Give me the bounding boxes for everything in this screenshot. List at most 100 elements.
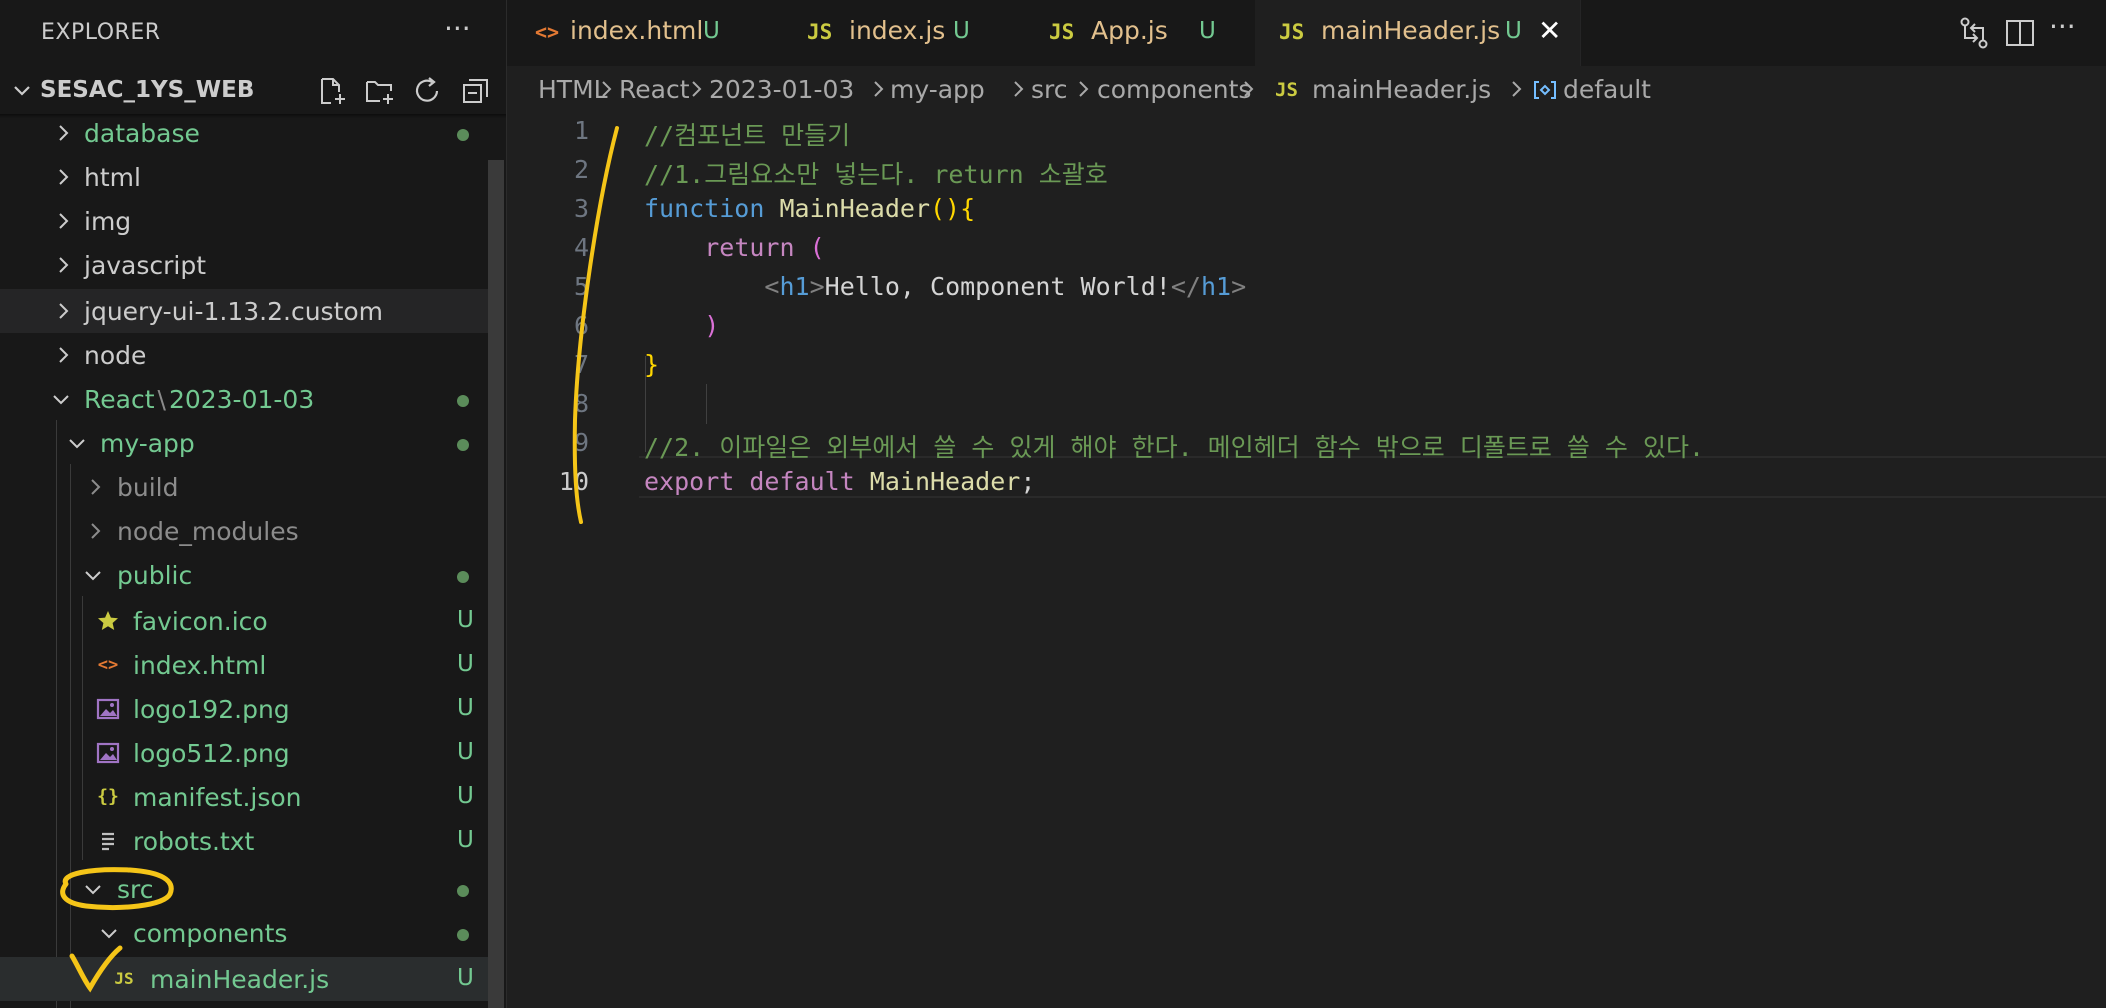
tree-file-manifest[interactable]: {} manifest.json U bbox=[0, 775, 490, 819]
code-line-9: //2. 이파일은 외부에서 쓸 수 있게 해야 한다. 메인헤더 함수 밖으로… bbox=[644, 433, 1705, 462]
tab-app-js[interactable]: JS App.js U bbox=[1019, 0, 1256, 66]
compare-changes-icon[interactable] bbox=[1957, 16, 1991, 50]
untracked-badge: U bbox=[457, 651, 474, 677]
tree-label: node_modules bbox=[117, 517, 299, 546]
line-number: 5 bbox=[573, 272, 589, 301]
js-file-icon: JS bbox=[1275, 79, 1298, 101]
tree-file-robots[interactable]: robots.txt U bbox=[0, 819, 490, 863]
tab-modified-badge: U bbox=[1199, 18, 1216, 44]
breadcrumb-item[interactable]: default bbox=[1563, 75, 1651, 104]
code-line-1: //컴포넌트 만들기 bbox=[644, 121, 851, 150]
refresh-icon[interactable] bbox=[412, 76, 444, 106]
tree-folder-src[interactable]: src bbox=[0, 867, 490, 911]
explorer-sidebar: EXPLORER ··· SESAC_1YS_WEB database html bbox=[0, 0, 507, 1008]
line-number: 4 bbox=[573, 233, 589, 262]
chevron-down-icon bbox=[85, 571, 101, 581]
modified-dot bbox=[457, 885, 469, 897]
breadcrumb-item[interactable]: mainHeader.js bbox=[1312, 75, 1491, 104]
close-icon[interactable]: ✕ bbox=[1538, 14, 1561, 47]
more-actions-icon[interactable]: ··· bbox=[2049, 10, 2083, 44]
js-file-icon: JS bbox=[114, 969, 134, 988]
tab-modified-badge: U bbox=[1505, 18, 1522, 44]
tab-label: index.html bbox=[570, 16, 704, 45]
tree-label: html bbox=[84, 163, 141, 192]
line-number: 1 bbox=[573, 116, 589, 145]
untracked-badge: U bbox=[457, 783, 474, 809]
tree-file-logo512[interactable]: logo512.png U bbox=[0, 731, 490, 775]
breadcrumb-item[interactable]: components bbox=[1097, 75, 1251, 104]
tab-modified-badge: U bbox=[953, 18, 970, 44]
tree-label: database bbox=[84, 119, 200, 148]
untracked-badge: U bbox=[457, 607, 474, 633]
tree-label: my-app bbox=[100, 429, 195, 458]
tree-label: React \ 2023-01-03 bbox=[84, 385, 315, 414]
new-file-icon[interactable] bbox=[316, 76, 348, 106]
untracked-badge: U bbox=[457, 827, 474, 853]
breadcrumb-item[interactable]: my-app bbox=[890, 75, 985, 104]
tree-label: jquery-ui-1.13.2.custom bbox=[84, 297, 384, 326]
modified-dot bbox=[457, 129, 469, 141]
tab-modified-badge: U bbox=[703, 18, 720, 44]
image-file-icon bbox=[96, 742, 120, 764]
tree-folder-node[interactable]: node bbox=[0, 333, 490, 377]
tab-label: App.js bbox=[1091, 16, 1168, 45]
tree-folder-img[interactable]: img bbox=[0, 199, 490, 243]
workspace-header[interactable]: SESAC_1YS_WEB bbox=[0, 68, 506, 114]
collapse-all-icon[interactable] bbox=[460, 76, 492, 106]
split-editor-icon[interactable] bbox=[2003, 16, 2037, 50]
line-number: 3 bbox=[573, 194, 589, 223]
tree-folder-build[interactable]: build bbox=[0, 465, 490, 509]
tree-folder-database[interactable]: database bbox=[0, 111, 490, 155]
breadcrumb-item[interactable]: src bbox=[1031, 75, 1068, 104]
tree-folder-node-modules[interactable]: node_modules bbox=[0, 509, 490, 553]
star-icon bbox=[98, 611, 118, 630]
new-folder-icon[interactable] bbox=[364, 76, 396, 106]
chevron-right-icon bbox=[59, 257, 69, 273]
tree-folder-components[interactable]: components bbox=[0, 911, 490, 955]
tree-label: node bbox=[84, 341, 147, 370]
tab-index-html[interactable]: <> index.html U bbox=[507, 0, 778, 66]
code-line-3: function MainHeader(){ bbox=[644, 194, 976, 223]
text-file-icon bbox=[102, 832, 114, 851]
code-line-2: //1.그림요소만 넣는다. return 소괄호 bbox=[644, 160, 1108, 189]
chevron-right-icon bbox=[59, 303, 69, 319]
image-file-icon bbox=[96, 698, 120, 720]
tree-label: public bbox=[117, 561, 193, 590]
breadcrumb-item[interactable]: 2023-01-03 bbox=[709, 75, 854, 104]
chevron-down-icon bbox=[85, 885, 101, 895]
json-file-icon: {} bbox=[97, 786, 119, 807]
vscode-window: EXPLORER ··· SESAC_1YS_WEB database html bbox=[0, 0, 2106, 1008]
tree-file-index-html[interactable]: <> index.html U bbox=[0, 643, 490, 687]
untracked-badge: U bbox=[457, 739, 474, 765]
tree-label: javascript bbox=[84, 251, 207, 280]
html-file-icon: <> bbox=[535, 20, 560, 44]
breadcrumb: HTML React 2023-01-03 my-app src compone… bbox=[507, 66, 2106, 116]
tree-folder-html[interactable]: html bbox=[0, 155, 490, 199]
tree-label: logo192.png bbox=[133, 695, 290, 724]
modified-dot bbox=[457, 571, 469, 583]
chevron-right-icon bbox=[692, 81, 702, 97]
tree-label: logo512.png bbox=[133, 739, 290, 768]
tab-label: mainHeader.js bbox=[1321, 16, 1501, 45]
breadcrumb-item[interactable]: React bbox=[619, 75, 690, 104]
chevron-right-icon bbox=[602, 81, 612, 97]
tree-folder-react[interactable]: React \ 2023-01-03 bbox=[0, 377, 490, 421]
tree-folder-my-app[interactable]: my-app bbox=[0, 421, 490, 465]
tree-file-logo192[interactable]: logo192.png U bbox=[0, 687, 490, 731]
tab-mainheader-js[interactable]: JS mainHeader.js U ✕ bbox=[1255, 0, 1581, 66]
line-number: 8 bbox=[573, 389, 589, 418]
tab-index-js[interactable]: JS index.js U bbox=[777, 0, 1020, 66]
chevron-right-icon bbox=[91, 523, 101, 539]
code-editor[interactable]: 1 2 3 4 5 6 7 8 9 10 //컴포넌트 만들기 //1.그림요소… bbox=[507, 116, 2106, 1008]
more-actions-icon[interactable]: ··· bbox=[444, 12, 471, 45]
tree-folder-jquery-ui[interactable]: jquery-ui-1.13.2.custom bbox=[0, 289, 490, 333]
explorer-title: EXPLORER bbox=[41, 20, 161, 45]
tree-folder-public[interactable]: public bbox=[0, 553, 490, 597]
chevron-right-icon bbox=[59, 213, 69, 229]
sidebar-scrollbar[interactable] bbox=[488, 160, 504, 1008]
tree-file-favicon[interactable]: favicon.ico U bbox=[0, 599, 490, 643]
tree-folder-javascript[interactable]: javascript bbox=[0, 243, 490, 287]
tree-file-mainheader[interactable]: JS mainHeader.js U bbox=[0, 957, 490, 1001]
chevron-down-icon bbox=[14, 86, 30, 96]
code-line-5: <h1>Hello, Component World!</h1> bbox=[764, 272, 1247, 301]
